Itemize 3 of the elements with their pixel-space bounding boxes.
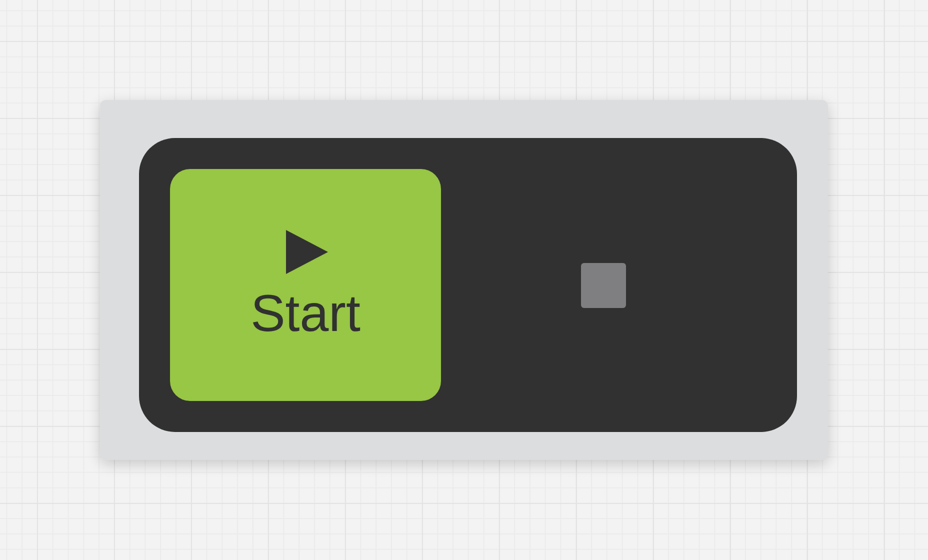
start-button[interactable]: Start — [170, 169, 441, 401]
stop-icon — [581, 262, 626, 308]
play-icon — [284, 230, 328, 274]
